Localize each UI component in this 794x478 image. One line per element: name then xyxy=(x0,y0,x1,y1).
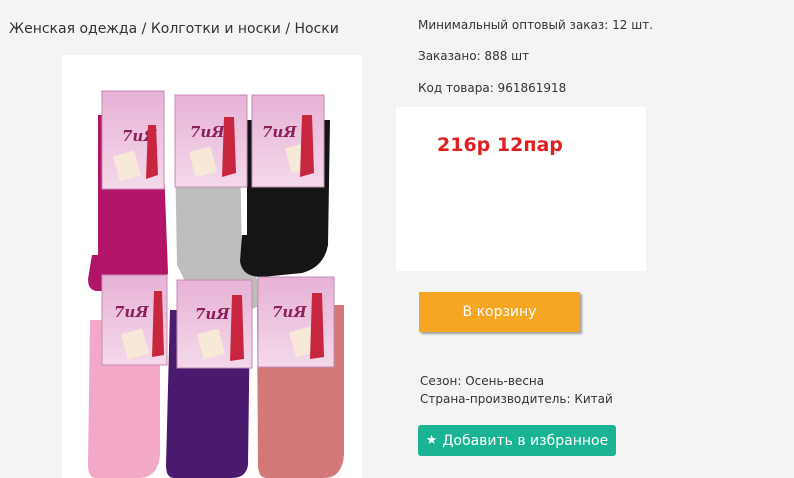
star-icon: ★ xyxy=(425,433,438,448)
product-image[interactable]: 7иЯ 7иЯ 7иЯ 7иЯ 7иЯ 7иЯ xyxy=(62,55,362,478)
price-box: 216р 12пар xyxy=(396,107,646,271)
sku-text: Код товара: 961861918 xyxy=(418,81,567,95)
package-label-1: 7иЯ xyxy=(101,90,165,190)
package-label-3: 7иЯ xyxy=(251,94,325,188)
breadcrumb-link-socks[interactable]: Носки xyxy=(295,21,339,37)
package-label-4: 7иЯ xyxy=(101,274,168,366)
svg-text:7иЯ: 7иЯ xyxy=(114,303,149,321)
socks-photo: 7иЯ 7иЯ 7иЯ 7иЯ 7иЯ 7иЯ xyxy=(88,90,344,478)
package-label-5: 7иЯ xyxy=(176,279,253,369)
breadcrumb-link-womens-clothing[interactable]: Женская одежда xyxy=(9,21,137,37)
breadcrumb-separator: / xyxy=(137,21,151,37)
min-order-text: Минимальный оптовый заказ: 12 шт. xyxy=(418,18,654,32)
season-text: Сезон: Осень-весна xyxy=(420,374,545,388)
breadcrumb-separator: / xyxy=(280,21,295,37)
package-label-6: 7иЯ xyxy=(257,276,335,368)
breadcrumb-link-tights-socks[interactable]: Колготки и носки xyxy=(151,21,281,37)
add-to-cart-button[interactable]: В корзину xyxy=(419,292,580,332)
price: 216р 12пар xyxy=(437,134,563,156)
svg-text:7иЯ: 7иЯ xyxy=(272,303,307,321)
ordered-count-text: Заказано: 888 шт xyxy=(418,49,530,63)
country-text: Страна-производитель: Китай xyxy=(420,392,613,406)
svg-text:7иЯ: 7иЯ xyxy=(195,305,230,323)
add-to-favorites-button[interactable]: ★ Добавить в избранное xyxy=(418,425,616,456)
add-to-favorites-label: Добавить в избранное xyxy=(442,432,609,449)
add-to-cart-label: В корзину xyxy=(462,304,537,320)
breadcrumb: Женская одежда / Колготки и носки / Носк… xyxy=(9,21,339,37)
svg-text:7иЯ: 7иЯ xyxy=(190,123,225,141)
svg-text:7иЯ: 7иЯ xyxy=(262,123,297,141)
package-label-2: 7иЯ xyxy=(174,94,248,188)
